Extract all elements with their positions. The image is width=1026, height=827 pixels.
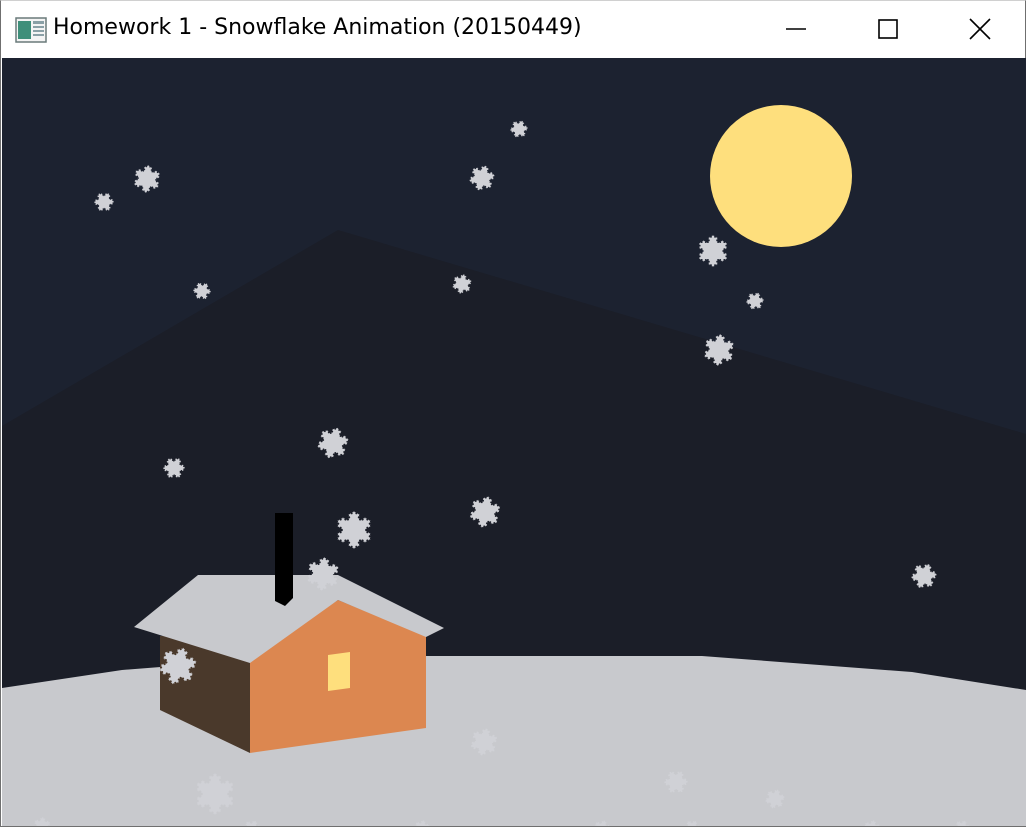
minimize-button[interactable]	[750, 1, 842, 57]
app-window: Homework 1 - Snowflake Animation (201504…	[0, 0, 1026, 827]
maximize-button[interactable]	[842, 1, 934, 57]
house-window	[328, 652, 350, 691]
animation-canvas[interactable]	[2, 58, 1026, 826]
application-window-icon	[15, 17, 47, 43]
close-icon	[969, 18, 991, 40]
moon	[710, 105, 852, 247]
title-bar[interactable]: Homework 1 - Snowflake Animation (201504…	[1, 1, 1025, 57]
close-button[interactable]	[934, 1, 1026, 57]
maximize-icon	[877, 18, 899, 40]
snowflake-scene	[2, 58, 1026, 826]
minimize-icon	[785, 18, 807, 40]
chimney	[275, 513, 293, 606]
snow-ground	[2, 656, 1026, 826]
window-title: Homework 1 - Snowflake Animation (201504…	[53, 15, 582, 40]
